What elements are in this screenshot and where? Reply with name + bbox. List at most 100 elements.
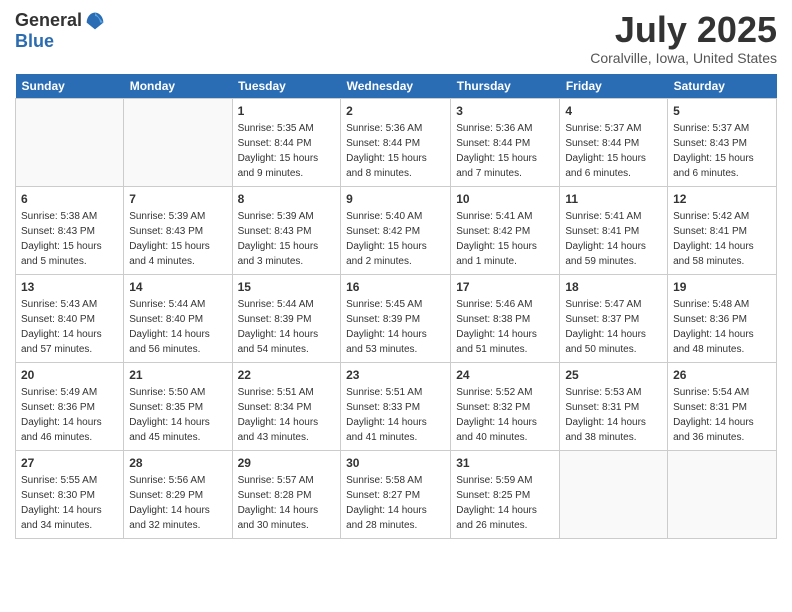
calendar-cell: 31 Sunrise: 5:59 AM Sunset: 8:25 PM Dayl… <box>451 450 560 538</box>
daylight: Daylight: 14 hours and 58 minutes. <box>673 241 754 267</box>
calendar-cell: 18 Sunrise: 5:47 AM Sunset: 8:37 PM Dayl… <box>560 274 668 362</box>
sunrise: Sunrise: 5:37 AM <box>565 123 641 134</box>
sunset: Sunset: 8:33 PM <box>346 402 420 413</box>
calendar-cell: 24 Sunrise: 5:52 AM Sunset: 8:32 PM Dayl… <box>451 362 560 450</box>
sunrise: Sunrise: 5:36 AM <box>456 123 532 134</box>
calendar-cell: 10 Sunrise: 5:41 AM Sunset: 8:42 PM Dayl… <box>451 186 560 274</box>
calendar-cell: 22 Sunrise: 5:51 AM Sunset: 8:34 PM Dayl… <box>232 362 341 450</box>
logo-icon <box>85 11 105 31</box>
day-number: 5 <box>673 103 771 120</box>
day-number: 26 <box>673 367 771 384</box>
daylight: Daylight: 15 hours and 3 minutes. <box>238 241 319 267</box>
day-of-week-header: Sunday <box>16 74 124 99</box>
day-number: 2 <box>346 103 445 120</box>
day-number: 8 <box>238 191 336 208</box>
daylight: Daylight: 14 hours and 45 minutes. <box>129 417 210 443</box>
calendar-cell: 26 Sunrise: 5:54 AM Sunset: 8:31 PM Dayl… <box>668 362 777 450</box>
logo: General Blue <box>15 10 105 52</box>
day-of-week-header: Wednesday <box>341 74 451 99</box>
calendar-cell: 23 Sunrise: 5:51 AM Sunset: 8:33 PM Dayl… <box>341 362 451 450</box>
daylight: Daylight: 14 hours and 54 minutes. <box>238 329 319 355</box>
sunset: Sunset: 8:44 PM <box>346 138 420 149</box>
daylight: Daylight: 14 hours and 41 minutes. <box>346 417 427 443</box>
calendar-cell: 1 Sunrise: 5:35 AM Sunset: 8:44 PM Dayli… <box>232 98 341 186</box>
sunrise: Sunrise: 5:42 AM <box>673 211 749 222</box>
daylight: Daylight: 14 hours and 53 minutes. <box>346 329 427 355</box>
sunrise: Sunrise: 5:50 AM <box>129 387 205 398</box>
sunrise: Sunrise: 5:51 AM <box>238 387 314 398</box>
daylight: Daylight: 14 hours and 38 minutes. <box>565 417 646 443</box>
daylight: Daylight: 14 hours and 48 minutes. <box>673 329 754 355</box>
sunrise: Sunrise: 5:53 AM <box>565 387 641 398</box>
calendar-week-row: 13 Sunrise: 5:43 AM Sunset: 8:40 PM Dayl… <box>16 274 777 362</box>
daylight: Daylight: 14 hours and 34 minutes. <box>21 505 102 531</box>
daylight: Daylight: 14 hours and 56 minutes. <box>129 329 210 355</box>
calendar-cell: 6 Sunrise: 5:38 AM Sunset: 8:43 PM Dayli… <box>16 186 124 274</box>
daylight: Daylight: 14 hours and 40 minutes. <box>456 417 537 443</box>
day-number: 17 <box>456 279 554 296</box>
calendar-table: SundayMondayTuesdayWednesdayThursdayFrid… <box>15 74 777 539</box>
sunrise: Sunrise: 5:39 AM <box>129 211 205 222</box>
calendar-cell: 9 Sunrise: 5:40 AM Sunset: 8:42 PM Dayli… <box>341 186 451 274</box>
calendar-cell: 25 Sunrise: 5:53 AM Sunset: 8:31 PM Dayl… <box>560 362 668 450</box>
sunrise: Sunrise: 5:36 AM <box>346 123 422 134</box>
daylight: Daylight: 14 hours and 57 minutes. <box>21 329 102 355</box>
day-number: 16 <box>346 279 445 296</box>
sunset: Sunset: 8:36 PM <box>21 402 95 413</box>
sunset: Sunset: 8:39 PM <box>238 314 312 325</box>
sunrise: Sunrise: 5:47 AM <box>565 299 641 310</box>
sunrise: Sunrise: 5:49 AM <box>21 387 97 398</box>
day-number: 13 <box>21 279 118 296</box>
calendar-week-row: 27 Sunrise: 5:55 AM Sunset: 8:30 PM Dayl… <box>16 450 777 538</box>
sunrise: Sunrise: 5:55 AM <box>21 475 97 486</box>
calendar-cell: 30 Sunrise: 5:58 AM Sunset: 8:27 PM Dayl… <box>341 450 451 538</box>
sunset: Sunset: 8:31 PM <box>565 402 639 413</box>
sunset: Sunset: 8:30 PM <box>21 490 95 501</box>
calendar-cell: 4 Sunrise: 5:37 AM Sunset: 8:44 PM Dayli… <box>560 98 668 186</box>
calendar-cell: 17 Sunrise: 5:46 AM Sunset: 8:38 PM Dayl… <box>451 274 560 362</box>
calendar-cell: 19 Sunrise: 5:48 AM Sunset: 8:36 PM Dayl… <box>668 274 777 362</box>
calendar-cell: 8 Sunrise: 5:39 AM Sunset: 8:43 PM Dayli… <box>232 186 341 274</box>
location: Coralville, Iowa, United States <box>590 50 777 66</box>
sunrise: Sunrise: 5:37 AM <box>673 123 749 134</box>
sunset: Sunset: 8:27 PM <box>346 490 420 501</box>
sunrise: Sunrise: 5:35 AM <box>238 123 314 134</box>
day-number: 30 <box>346 455 445 472</box>
sunset: Sunset: 8:42 PM <box>456 226 530 237</box>
calendar-cell: 16 Sunrise: 5:45 AM Sunset: 8:39 PM Dayl… <box>341 274 451 362</box>
calendar-cell: 27 Sunrise: 5:55 AM Sunset: 8:30 PM Dayl… <box>16 450 124 538</box>
sunset: Sunset: 8:40 PM <box>129 314 203 325</box>
daylight: Daylight: 14 hours and 28 minutes. <box>346 505 427 531</box>
sunset: Sunset: 8:34 PM <box>238 402 312 413</box>
sunrise: Sunrise: 5:59 AM <box>456 475 532 486</box>
calendar-cell: 29 Sunrise: 5:57 AM Sunset: 8:28 PM Dayl… <box>232 450 341 538</box>
calendar-cell: 3 Sunrise: 5:36 AM Sunset: 8:44 PM Dayli… <box>451 98 560 186</box>
day-number: 10 <box>456 191 554 208</box>
sunset: Sunset: 8:43 PM <box>129 226 203 237</box>
sunrise: Sunrise: 5:44 AM <box>129 299 205 310</box>
sunrise: Sunrise: 5:48 AM <box>673 299 749 310</box>
calendar-week-row: 1 Sunrise: 5:35 AM Sunset: 8:44 PM Dayli… <box>16 98 777 186</box>
daylight: Daylight: 14 hours and 51 minutes. <box>456 329 537 355</box>
sunset: Sunset: 8:39 PM <box>346 314 420 325</box>
day-number: 11 <box>565 191 662 208</box>
sunset: Sunset: 8:43 PM <box>238 226 312 237</box>
sunset: Sunset: 8:41 PM <box>565 226 639 237</box>
daylight: Daylight: 14 hours and 59 minutes. <box>565 241 646 267</box>
daylight: Daylight: 15 hours and 7 minutes. <box>456 153 537 179</box>
calendar-cell: 21 Sunrise: 5:50 AM Sunset: 8:35 PM Dayl… <box>124 362 232 450</box>
sunrise: Sunrise: 5:43 AM <box>21 299 97 310</box>
day-number: 28 <box>129 455 226 472</box>
sunset: Sunset: 8:31 PM <box>673 402 747 413</box>
month-title: July 2025 <box>590 10 777 50</box>
day-number: 1 <box>238 103 336 120</box>
sunset: Sunset: 8:40 PM <box>21 314 95 325</box>
sunset: Sunset: 8:44 PM <box>238 138 312 149</box>
day-number: 23 <box>346 367 445 384</box>
daylight: Daylight: 15 hours and 6 minutes. <box>565 153 646 179</box>
logo-blue: Blue <box>15 31 54 52</box>
sunrise: Sunrise: 5:51 AM <box>346 387 422 398</box>
sunrise: Sunrise: 5:52 AM <box>456 387 532 398</box>
calendar-header: SundayMondayTuesdayWednesdayThursdayFrid… <box>16 74 777 99</box>
day-of-week-header: Thursday <box>451 74 560 99</box>
